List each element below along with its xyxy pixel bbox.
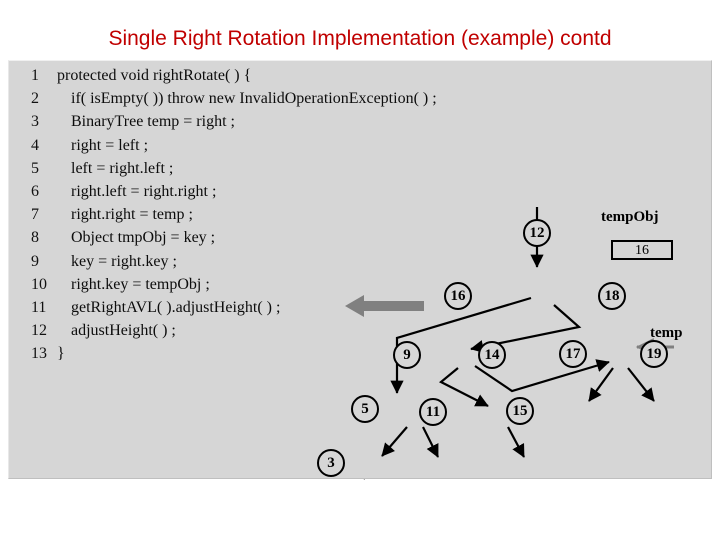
code-line-text: right = left ; bbox=[71, 136, 149, 154]
code-line-number: 5 bbox=[31, 159, 39, 177]
tree-node-16: 16 bbox=[444, 282, 472, 310]
code-line-number: 11 bbox=[31, 298, 47, 316]
tree-node-17: 17 bbox=[559, 340, 587, 368]
code-line-text: left = right.left ; bbox=[71, 159, 174, 177]
code-line: 1 protected void rightRotate( ) { bbox=[31, 64, 451, 87]
edge-9-to-5 bbox=[381, 426, 408, 457]
code-line: 3 BinaryTree temp = right ; bbox=[31, 110, 451, 133]
code-line: 6 right.left = right.right ; bbox=[31, 180, 451, 203]
code-line-text: adjustHeight( ) ; bbox=[71, 322, 176, 340]
code-line-number: 1 bbox=[31, 67, 39, 84]
tempobj-label: tempObj bbox=[601, 209, 659, 225]
code-line-number: 10 bbox=[31, 275, 47, 293]
content-panel: 1 protected void rightRotate( ) { 2 if( isE… bbox=[8, 60, 712, 480]
code-line: 5 left = right.left ; bbox=[31, 157, 451, 180]
code-line: 9 key = right.key ; bbox=[31, 250, 451, 273]
temp-label: temp bbox=[650, 325, 683, 341]
code-line-text: } bbox=[57, 345, 65, 363]
code-line-text: protected void rightRotate( ) { bbox=[57, 67, 252, 84]
page-title: Single Right Rotation Implementation (ex… bbox=[108, 27, 612, 50]
code-line: 2 if( isEmpty( )) throw new InvalidOperat… bbox=[31, 87, 451, 110]
code-line-number: 4 bbox=[31, 136, 39, 154]
code-line-text: if( isEmpty( )) throw new InvalidOperati… bbox=[71, 90, 437, 108]
tempobj-value-box: 16 bbox=[611, 240, 673, 260]
code-line: 8 Object tmpObj = key ; bbox=[31, 226, 451, 249]
code-line-text: right.key = tempObj ; bbox=[71, 275, 210, 293]
code-line-text: getRightAVL( ).adjustHeight( ) ; bbox=[71, 298, 281, 316]
tree-node-12: 12 bbox=[523, 219, 551, 247]
code-line-text: key = right.key ; bbox=[71, 252, 177, 270]
tree-node-3: 3 bbox=[317, 449, 345, 477]
tree-node-5: 5 bbox=[351, 395, 379, 423]
code-line-number: 12 bbox=[31, 322, 47, 340]
edge-16-to-14 bbox=[439, 367, 489, 407]
code-line-number: 7 bbox=[31, 206, 39, 224]
code-line-number: 8 bbox=[31, 229, 39, 247]
code-line-number: 6 bbox=[31, 182, 39, 200]
code-line: 13} bbox=[31, 342, 451, 365]
code-line: 7 right.right = temp ; bbox=[31, 203, 451, 226]
code-line-text: right.right = temp ; bbox=[71, 206, 193, 224]
tree-node-11: 11 bbox=[419, 398, 447, 426]
code-line-text: Object tmpObj = key ; bbox=[71, 229, 216, 247]
code-line-number: 2 bbox=[31, 90, 39, 108]
tree-node-15: 15 bbox=[506, 397, 534, 425]
edge-18-to-19 bbox=[627, 367, 655, 402]
tree-node-18: 18 bbox=[598, 282, 626, 310]
edge-18-to-17 bbox=[588, 367, 614, 402]
code-line: 10 right.key = tempObj ; bbox=[31, 273, 451, 296]
code-line-number: 3 bbox=[31, 113, 39, 131]
code-line-text: right.left = right.right ; bbox=[71, 182, 217, 200]
code-line: 4 right = left ; bbox=[31, 134, 451, 157]
code-line-number: 9 bbox=[31, 252, 39, 270]
tree-node-14: 14 bbox=[478, 341, 506, 369]
slide-canvas: Single Right Rotation Implementation (ex… bbox=[0, 0, 720, 540]
code-line: 12 adjustHeight( ) ; bbox=[31, 319, 451, 342]
edge-14-to-15 bbox=[507, 426, 525, 458]
tree-node-19: 19 bbox=[640, 340, 668, 368]
code-listing: 1 protected void rightRotate( ) { 2 if( isE… bbox=[31, 64, 451, 365]
code-line-text: BinaryTree temp = right ; bbox=[71, 113, 235, 131]
code-line-number: 13 bbox=[31, 345, 47, 363]
tree-node-9: 9 bbox=[393, 341, 421, 369]
code-line: 11 getRightAVL( ).adjustHeight( ) ; bbox=[31, 296, 451, 319]
edge-9-to-11 bbox=[422, 426, 439, 458]
